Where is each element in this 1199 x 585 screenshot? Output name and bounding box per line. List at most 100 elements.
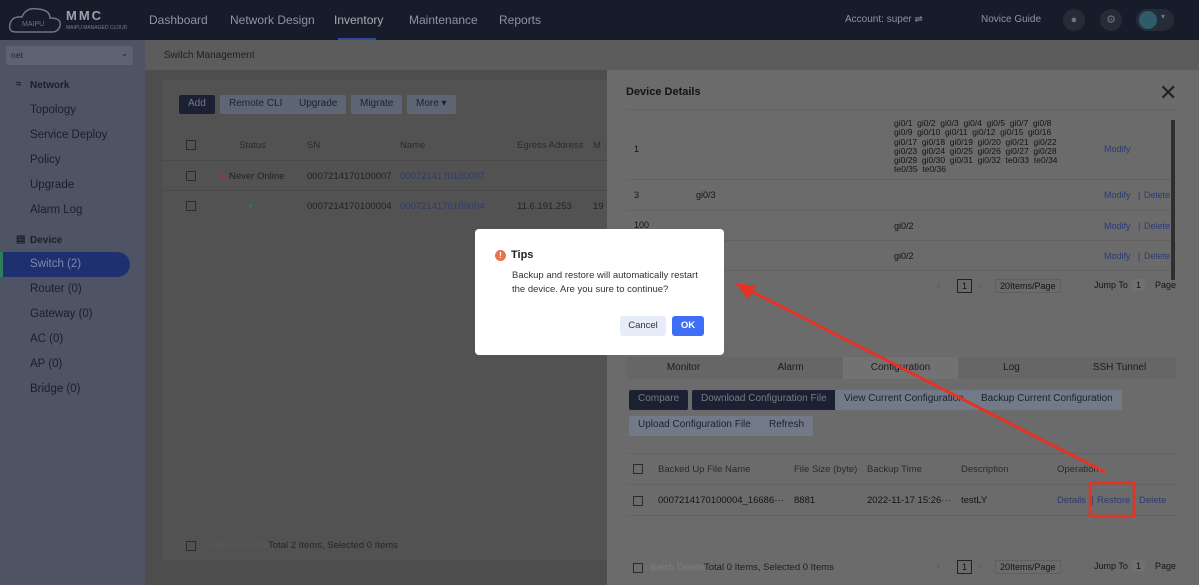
footer-checkbox[interactable] <box>633 563 643 573</box>
select-all-checkbox[interactable] <box>186 140 196 150</box>
migrate-button[interactable]: Migrate <box>351 95 403 114</box>
next-page-icon[interactable]: › <box>979 280 982 290</box>
status-text: Never Online <box>229 171 285 182</box>
divider <box>626 109 1176 110</box>
backup-current-config-button[interactable]: Backup Current Configuration <box>972 390 1122 410</box>
jump-to-input[interactable]: 1 <box>1132 279 1146 291</box>
status-dot: ● <box>248 201 253 210</box>
compare-button[interactable]: Compare <box>629 390 689 410</box>
sidebar-item-service-deploy[interactable]: Service Deploy <box>30 129 107 141</box>
prev-page-icon[interactable]: ‹ <box>937 561 940 571</box>
device-name-link[interactable]: 0007214170100004 <box>400 201 485 212</box>
nav-inventory[interactable]: Inventory <box>334 13 383 27</box>
more-button[interactable]: More ▾ <box>407 95 456 114</box>
upload-config-button[interactable]: Upload Configuration File <box>629 416 760 436</box>
delete-link[interactable]: Delete <box>1139 495 1166 506</box>
logo[interactable]: MAIPU MMC MAIPU MANAGED CLOUD <box>8 4 138 36</box>
download-config-button[interactable]: Download Configuration File <box>692 390 836 410</box>
sidebar-item-topology[interactable]: Topology <box>30 104 76 116</box>
sidebar-item-router[interactable]: Router (0) <box>30 283 82 295</box>
delete-link[interactable]: Delete <box>1144 251 1170 261</box>
tagged-ports: gi0/3 <box>696 190 716 200</box>
jump-to-label: Jump To <box>1094 561 1128 571</box>
nav-maintenance[interactable]: Maintenance <box>409 13 478 27</box>
gear-icon[interactable]: ⚙ <box>1100 9 1122 31</box>
refresh-button[interactable]: Refresh <box>760 416 814 436</box>
nav-network-design[interactable]: Network Design <box>230 13 315 27</box>
brand-name: MMC <box>66 8 104 23</box>
tab-ssh-tunnel[interactable]: SSH Tunnel <box>1062 362 1177 373</box>
batch-delete-button[interactable]: Batch Delete <box>650 562 704 573</box>
page-1-button[interactable]: 1 <box>957 560 973 574</box>
delete-link[interactable]: Delete <box>1144 221 1170 231</box>
modify-link[interactable]: Modify <box>1104 190 1131 200</box>
table-row: ● Never Online 0007214170100007 00072141… <box>163 160 613 190</box>
delete-link[interactable]: Delete <box>1144 190 1170 200</box>
sidebar-item-upgrade[interactable]: Upgrade <box>30 179 74 191</box>
sidebar-item-label: Switch (2) <box>30 258 82 270</box>
add-button[interactable]: Add <box>179 95 215 114</box>
tab-monitor[interactable]: Monitor <box>626 362 741 373</box>
site-select-value: net <box>11 50 23 60</box>
device-name-link[interactable]: 0007214170100007 <box>400 171 485 182</box>
cancel-button[interactable]: Cancel <box>620 316 666 336</box>
delete-selected-button[interactable]: Delete Selected <box>203 540 270 551</box>
tab-configuration[interactable]: Configuration <box>843 357 958 379</box>
user-menu[interactable]: ▾ <box>1136 9 1174 31</box>
sidebar-item-bridge[interactable]: Bridge (0) <box>30 383 81 395</box>
account-switcher[interactable]: Account: super ⇌ <box>845 14 923 25</box>
table-row: ● 0007214170100004 0007214170100004 11.6… <box>163 190 613 220</box>
tab-alarm[interactable]: Alarm <box>733 362 848 373</box>
restore-link[interactable]: Restore <box>1097 495 1130 506</box>
page-1-button[interactable]: 1 <box>957 279 973 293</box>
vlan-pagination: ‹ 1 › 20Items/Page Jump To 1 Page <box>937 279 1177 295</box>
brand-subtitle: MAIPU MANAGED CLOUD <box>66 25 128 31</box>
nav-reports[interactable]: Reports <box>499 13 541 27</box>
modify-link[interactable]: Modify <box>1104 251 1131 261</box>
sidebar-item-switch[interactable]: Switch (2) <box>0 252 130 277</box>
sn-cell: 0007214170100007 <box>307 171 392 182</box>
page-label: Page <box>1155 280 1177 290</box>
sidebar-item-gateway[interactable]: Gateway (0) <box>30 308 93 320</box>
view-current-config-button[interactable]: View Current Configuration <box>835 390 973 410</box>
row-checkbox[interactable] <box>633 496 643 506</box>
table-row: 3 gi0/3 Modify | Delete <box>626 180 1171 211</box>
prev-page-icon[interactable]: ‹ <box>937 280 940 290</box>
ok-button[interactable]: OK <box>672 316 704 336</box>
sidebar-item-ac[interactable]: AC (0) <box>30 333 63 345</box>
device-list-icon: ▤ <box>16 234 26 245</box>
bell-icon[interactable]: ● <box>1063 9 1085 31</box>
close-icon[interactable]: ✕ <box>1159 80 1177 106</box>
vlan-table-scrollbar[interactable] <box>1171 120 1175 280</box>
row-checkbox[interactable] <box>186 171 196 181</box>
details-link[interactable]: Details <box>1057 495 1086 506</box>
site-select[interactable]: net ⌄ <box>6 46 133 65</box>
jump-to-input[interactable]: 1 <box>1132 560 1146 572</box>
select-all-checkbox[interactable] <box>633 464 643 474</box>
next-page-icon[interactable]: › <box>979 561 982 571</box>
footer-checkbox[interactable] <box>186 541 196 551</box>
page-size-select[interactable]: 20Items/Page <box>995 279 1061 293</box>
nav-dashboard[interactable]: Dashboard <box>149 13 208 27</box>
modify-link[interactable]: Modify <box>1104 144 1131 154</box>
page-size-select[interactable]: 20Items/Page <box>995 560 1061 574</box>
tab-log[interactable]: Log <box>954 362 1069 373</box>
separator: | <box>1138 190 1141 200</box>
sidebar-item-policy[interactable]: Policy <box>30 154 61 166</box>
total-items: Total 2 Items, Selected 0 Items <box>268 540 398 551</box>
chevron-down-icon: ⌄ <box>120 48 128 58</box>
truncated-cell: 19 <box>593 201 604 212</box>
row-checkbox[interactable] <box>186 201 196 211</box>
tips-dialog: ! Tips Backup and restore will automatic… <box>475 229 724 355</box>
novice-guide-link[interactable]: Novice Guide <box>981 14 1041 25</box>
modify-link[interactable]: Modify <box>1104 221 1131 231</box>
upgrade-button[interactable]: Upgrade <box>290 95 347 114</box>
page-label: Page <box>1155 561 1177 571</box>
separator: | <box>1091 495 1094 506</box>
status-dot: ● <box>221 171 226 180</box>
sidebar-item-ap[interactable]: AP (0) <box>30 358 62 370</box>
sidebar-item-alarm-log[interactable]: Alarm Log <box>30 204 82 216</box>
remote-cli-button[interactable]: Remote CLI <box>220 95 292 114</box>
file-name-cell: 0007214170100004_16686··· <box>658 495 784 506</box>
dialog-title: Tips <box>511 249 534 261</box>
